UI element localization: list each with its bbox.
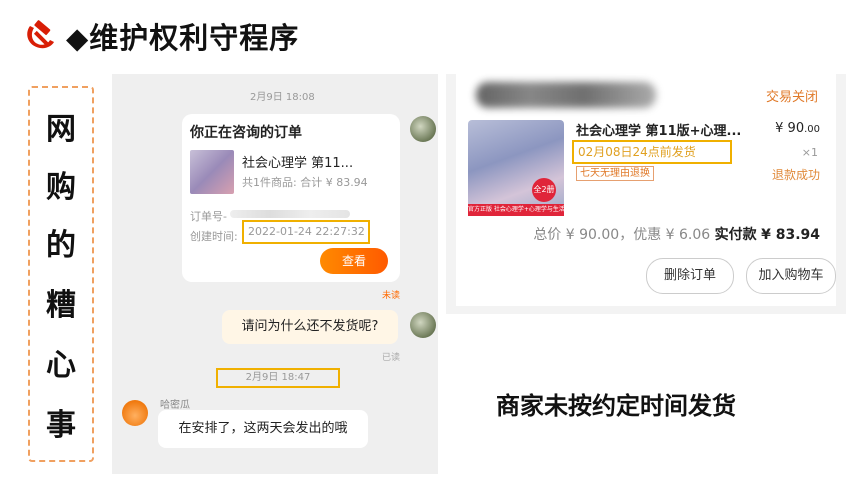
hammer-sickle-icon [27, 20, 54, 49]
read-status: 已读 [382, 353, 401, 363]
seller-reply-bubble: 在安排了，这两天会发出的哦 [158, 410, 368, 448]
vertical-char: 心 [46, 348, 76, 383]
unread-status: 未读 [382, 291, 401, 301]
view-order-button[interactable]: 查看 [320, 248, 388, 274]
order-card[interactable]: 你正在咨询的订单 社会心理学 第11... 共1件商品: 合计 ¥ 83.94 … [182, 114, 400, 282]
chat-timestamp-highlight: 2月9日 18:47 [216, 368, 340, 388]
user-question-bubble: 请问为什么还不发货呢? [222, 310, 398, 344]
product-strip: 官方正版 社会心理学+心理学与生活 [468, 204, 564, 216]
blurred-shop-name [476, 82, 656, 108]
product-thumbnail[interactable] [468, 120, 564, 216]
seller-name: 哈密瓜 [160, 400, 190, 411]
vertical-char: 网 [46, 112, 76, 147]
vertical-char: 购 [46, 170, 76, 205]
user-avatar [410, 312, 436, 338]
total-prefix: 总价 ¥ 90.00，优惠 ¥ 6.06 [533, 227, 711, 243]
caption: 商家未按约定时间发货 [496, 392, 736, 420]
order-card-title: 你正在咨询的订单 [190, 125, 302, 141]
product-thumbnail [190, 150, 234, 194]
chat-screenshot: 2月9日 18:08 你正在咨询的订单 社会心理学 第11... 共1件商品: … [112, 74, 438, 474]
price-decimal: .00 [804, 124, 820, 135]
delete-order-button[interactable]: 删除订单 [646, 258, 734, 294]
product-badge: 全2册 [532, 178, 556, 202]
refund-status: 退款成功 [771, 168, 820, 182]
product-quantity: ×1 [801, 146, 818, 159]
ship-promise-highlight: 02月08日24点前发货 [572, 140, 732, 164]
vertical-title-box: 网 购 的 糟 心 事 [28, 86, 94, 462]
created-time-highlight: 2022-01-24 22:27:32 [242, 220, 370, 244]
divider [446, 306, 846, 314]
vertical-char: 糟 [46, 288, 76, 323]
return-policy-tag: 七天无理由退换 [576, 166, 654, 181]
product-price: ¥ 90.00 [775, 121, 820, 136]
page-title: ◆维护权利守程序 [66, 21, 300, 55]
order-summary: 共1件商品: 合计 ¥ 83.94 [242, 176, 368, 189]
paid-label: 实付款 [714, 227, 757, 243]
seller-avatar [122, 400, 148, 426]
blurred-order-number [230, 210, 350, 218]
created-label: 创建时间: [190, 230, 238, 243]
order-screenshot: 交易关闭 全2册 官方正版 社会心理学+心理学与生活 社会心理学 第11版+心理… [446, 74, 846, 314]
order-total: 总价 ¥ 90.00，优惠 ¥ 6.06 实付款 ¥ 83.94 [533, 224, 820, 244]
order-panel: 交易关闭 全2册 官方正版 社会心理学+心理学与生活 社会心理学 第11版+心理… [456, 74, 836, 306]
chat-timestamp: 2月9日 18:08 [250, 92, 315, 103]
vertical-char: 事 [46, 408, 76, 443]
order-number-label: 订单号- [190, 210, 227, 223]
price-main: ¥ 90 [775, 121, 805, 136]
product-name[interactable]: 社会心理学 第11版+心理... [576, 120, 741, 139]
product-name: 社会心理学 第11... [242, 156, 354, 171]
order-status: 交易关闭 [765, 90, 818, 105]
add-to-cart-button[interactable]: 加入购物车 [746, 258, 836, 294]
vertical-char: 的 [46, 228, 76, 263]
user-avatar [410, 116, 436, 142]
paid-value: ¥ 83.94 [761, 227, 820, 243]
